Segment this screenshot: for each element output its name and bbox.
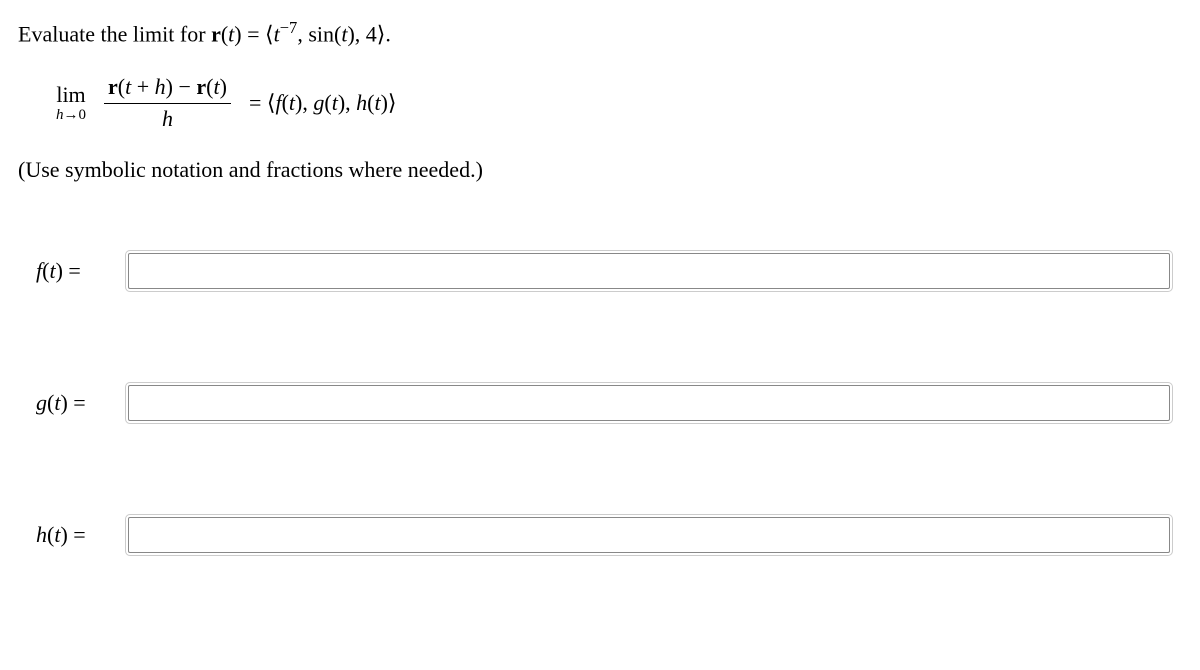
f-input-wrap [128,253,1182,289]
h-input-wrap [128,517,1182,553]
lim-sub: h→0 [56,108,86,123]
r-arg: (t) [221,21,242,46]
fraction-denominator: h [162,104,173,131]
answer-row-g: g(t) = [18,385,1182,421]
period: . [385,21,391,46]
r-symbol: r [211,21,221,46]
comp1-exp: −7 [280,18,298,37]
question-page: Evaluate the limit for r(t) = ⟨t−7, sin(… [0,0,1200,553]
comp3: 4 [366,21,377,46]
fraction: r(t + h) − r(t) h [104,75,231,130]
sep1: , [297,21,308,46]
limit-rhs: = ⟨f(t), g(t), h(t)⟩ [249,90,397,116]
intro-text: Evaluate the limit for [18,21,211,46]
equals: = [242,21,265,46]
fraction-numerator: r(t + h) − r(t) [104,75,231,103]
g-input-wrap [128,385,1182,421]
hint-text: (Use symbolic notation and fractions whe… [18,157,1182,183]
problem-statement: Evaluate the limit for r(t) = ⟨t−7, sin(… [18,18,1182,47]
comp1-base: t [274,21,280,46]
limit-expression: lim h→0 r(t + h) − r(t) h = ⟨f(t), g(t),… [56,75,1182,130]
g-label: g(t) = [18,390,128,416]
answer-row-h: h(t) = [18,517,1182,553]
h-input[interactable] [128,517,1170,553]
h-label: h(t) = [18,522,128,548]
answer-row-f: f(t) = [18,253,1182,289]
f-input[interactable] [128,253,1170,289]
comp2-close: ) [347,21,354,46]
lim-word: lim [56,84,85,106]
sep2: , [355,21,366,46]
comp2-sin: sin( [308,21,341,46]
g-input[interactable] [128,385,1170,421]
lim-block: lim h→0 [56,84,86,123]
f-label: f(t) = [18,258,128,284]
angle-open: ⟨ [265,21,274,46]
